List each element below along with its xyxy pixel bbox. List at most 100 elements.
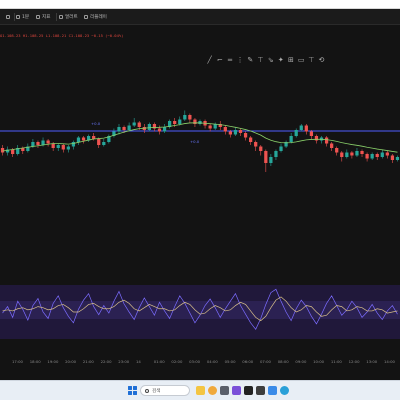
oscillator-panel[interactable] xyxy=(0,285,400,339)
chat-icon[interactable] xyxy=(232,386,241,395)
candle-body xyxy=(213,124,217,129)
drawing-tool-9-icon[interactable]: ▭ xyxy=(297,54,306,65)
drawing-tool-5-icon[interactable]: ⊤ xyxy=(256,54,265,65)
time-tick-label: 12:00 xyxy=(348,359,360,364)
candle-body xyxy=(259,146,263,151)
candle-body xyxy=(309,131,314,136)
time-tick-label: 09:00 xyxy=(295,359,307,364)
candle-body xyxy=(61,145,65,150)
candle-body xyxy=(385,152,389,156)
candle-body xyxy=(299,125,303,130)
candle-body xyxy=(223,127,227,132)
search-placeholder: 검색 xyxy=(152,388,161,394)
candle-body xyxy=(324,137,329,144)
time-tick-label: 13:00 xyxy=(366,359,378,364)
candle-body xyxy=(254,142,258,147)
oscillator-fast-line xyxy=(2,288,398,330)
media-icon[interactable] xyxy=(244,386,253,395)
candle-body xyxy=(249,137,253,142)
candle-body xyxy=(264,151,268,163)
candle-body xyxy=(162,127,167,132)
candle-body xyxy=(122,127,126,130)
drawing-tool-3-icon[interactable]: ⋮ xyxy=(236,54,245,65)
candle-body xyxy=(188,115,192,120)
candle-body xyxy=(269,157,273,163)
candle-body xyxy=(56,145,60,148)
candle-body xyxy=(66,146,70,150)
time-tick-label: 05:00 xyxy=(224,359,236,364)
level-label: +0.0 xyxy=(91,121,101,126)
taskbar: 검색 xyxy=(0,380,400,400)
time-tick-label: 07:00 xyxy=(260,359,271,364)
candle-body xyxy=(0,148,5,153)
candle-body xyxy=(41,140,45,145)
browser-icon[interactable] xyxy=(280,386,289,395)
drawing-tool-8-icon[interactable]: ⊞ xyxy=(286,54,295,65)
candle-body xyxy=(289,136,293,142)
drawing-tool-10-icon[interactable]: ⊤ xyxy=(307,54,316,65)
candle-body xyxy=(102,142,106,145)
candle-body xyxy=(365,154,369,159)
candle-body xyxy=(375,154,379,157)
candle-body xyxy=(31,142,35,147)
terminal-icon[interactable] xyxy=(256,386,265,395)
time-tick-label: 04:00 xyxy=(206,359,218,364)
candle-body xyxy=(304,125,308,132)
candle-body xyxy=(11,149,15,154)
search-icon xyxy=(145,388,149,393)
candle-body xyxy=(193,119,197,124)
weather-icon[interactable] xyxy=(208,386,217,395)
store-icon[interactable] xyxy=(268,386,277,395)
candle-body xyxy=(81,137,86,141)
candle-body xyxy=(340,152,344,157)
time-tick-label: 01:00 xyxy=(153,359,165,364)
candle-body xyxy=(71,142,76,147)
time-tick-label: 14:00 xyxy=(384,359,395,364)
candle-body xyxy=(173,121,177,124)
file-explorer-icon[interactable] xyxy=(196,386,205,395)
window-title-strip xyxy=(0,0,400,9)
candle-body xyxy=(127,125,131,130)
time-tick-label: 20:00 xyxy=(65,359,77,364)
candle-body xyxy=(370,154,374,159)
time-tick-label: 18:00 xyxy=(29,359,41,364)
candle-body xyxy=(294,130,298,136)
candle-body xyxy=(147,124,151,130)
candle-body xyxy=(137,122,141,127)
camera-icon[interactable] xyxy=(220,386,229,395)
time-tick-label: 19:00 xyxy=(47,359,59,364)
time-tick-label: 14 xyxy=(136,359,141,364)
drawing-tool-6-icon[interactable]: ⇘ xyxy=(266,54,275,65)
candle-body xyxy=(355,151,359,156)
taskbar-search[interactable]: 검색 xyxy=(140,385,190,396)
candle-body xyxy=(36,142,40,145)
drawing-tool-1-icon[interactable]: ⌐ xyxy=(215,54,224,65)
time-tick-label: 21:00 xyxy=(82,359,94,364)
candle-body xyxy=(132,122,136,126)
drawing-tool-11-icon[interactable]: ⟲ xyxy=(317,54,326,65)
candle-body xyxy=(360,151,364,154)
time-tick-label: 11:00 xyxy=(330,359,342,364)
drawing-tool-4-icon[interactable]: ✎ xyxy=(246,54,255,65)
drawing-tool-0-icon[interactable]: ╱ xyxy=(205,54,214,65)
drawing-tool-7-icon[interactable]: ✦ xyxy=(276,54,285,65)
time-tick-label: 08:00 xyxy=(277,359,289,364)
drawing-tool-2-icon[interactable]: ═ xyxy=(225,54,234,65)
candle-body xyxy=(157,128,162,132)
candle-body xyxy=(208,125,212,129)
time-tick-label: 17:00 xyxy=(12,359,23,364)
time-tick-label: 10:00 xyxy=(313,359,325,364)
oscillator-chart xyxy=(2,288,398,330)
level-label: +0.0 xyxy=(190,139,200,144)
candle-body xyxy=(238,130,243,133)
trading-app: 1분 지표 얼러트 리플레이 O1.108.23 H1.108.25 L1.10… xyxy=(0,9,400,380)
start-button[interactable] xyxy=(128,386,137,395)
candle-body xyxy=(330,143,334,148)
candle-body xyxy=(314,136,319,141)
candle-body xyxy=(46,140,50,144)
candle-body xyxy=(335,148,339,153)
candle-body xyxy=(279,146,283,151)
candle-body xyxy=(243,133,248,138)
candle-body xyxy=(380,152,384,157)
candle-body xyxy=(198,121,202,124)
